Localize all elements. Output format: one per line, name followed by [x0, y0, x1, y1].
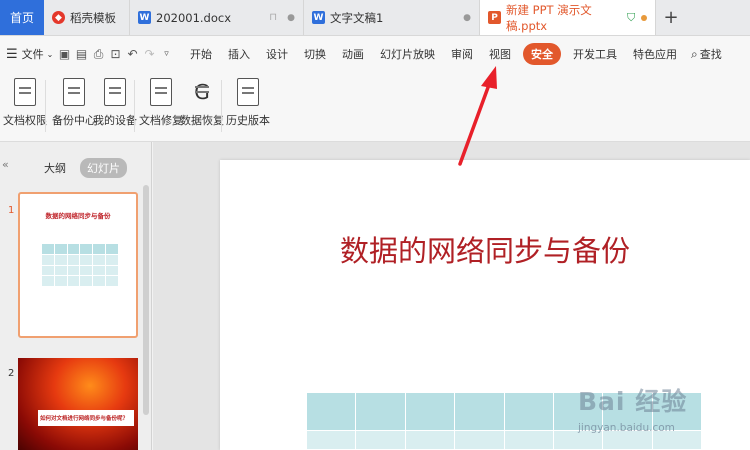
menu-view[interactable]: 视图 [481, 46, 519, 62]
data-recovery-button[interactable]: G 数据恢复 [180, 78, 224, 128]
quick-access-toolbar: ▣ ▤ ⎙ ⊡ ↶ ↷ ▿ [58, 47, 182, 62]
menu-featured[interactable]: 特色应用 [625, 46, 685, 62]
export-pdf-icon[interactable]: ▤ [75, 47, 88, 61]
tab-outline[interactable]: 大纲 [44, 160, 66, 176]
backup-center-icon [63, 78, 85, 106]
print-icon[interactable]: ⎙ [92, 47, 105, 62]
version-history-button[interactable]: 历史版本 [226, 78, 270, 128]
close-tab-icon[interactable]: ● [463, 13, 471, 23]
ribbon-label: 文档权限 [3, 114, 47, 127]
shield-icon: ⛉ [627, 10, 636, 24]
add-tab-button[interactable]: + [656, 0, 686, 35]
menu-developer[interactable]: 开发工具 [565, 46, 625, 62]
baidu-watermark: Bai 经验 jingyan.baidu.com [578, 382, 748, 446]
ribbon-label: 文档修复 [139, 114, 183, 127]
menu-home[interactable]: 开始 [182, 46, 220, 62]
doc-repair-icon [150, 78, 172, 106]
ppt-icon: P [488, 11, 501, 24]
slide-title[interactable]: 数据的网络同步与备份 [220, 228, 750, 270]
chevron-down-icon: ⌄ [46, 49, 54, 59]
hamburger-icon: ☰ [6, 46, 18, 62]
menu-slideshow[interactable]: 幻灯片放映 [372, 46, 443, 62]
security-ribbon: 文档权限 备份中心 我的设备 文档修复 G 数据恢复 历史版本 [0, 72, 750, 142]
tab-label: 文字文稿1 [330, 10, 384, 25]
tab-label: 稻壳模板 [70, 10, 116, 25]
print-preview-icon[interactable]: ⊡ [109, 47, 122, 61]
word-doc-icon: W [138, 11, 151, 24]
version-history-icon [237, 78, 259, 106]
close-tab-icon[interactable]: ● [287, 13, 295, 23]
menu-review[interactable]: 审阅 [443, 46, 481, 62]
file-menu-label: 文件 [21, 48, 44, 61]
slide-thumbnail-1[interactable]: 数据的网络同步与备份 [18, 192, 138, 338]
doc-permission-button[interactable]: 文档权限 [3, 78, 47, 128]
slide-thumbnail-2[interactable]: 如何对文档进行网络同步与备份呢？ [18, 358, 138, 450]
ribbon-label: 数据恢复 [180, 114, 224, 127]
menu-insert[interactable]: 插入 [220, 46, 258, 62]
menu-transition[interactable]: 切换 [296, 46, 334, 62]
pin-icon[interactable]: ⊓ [269, 12, 277, 23]
tab-slides[interactable]: 幻灯片 [80, 158, 127, 178]
unsaved-dot-icon [641, 14, 647, 21]
tab-bar: 首页 ◆ 稻壳模板 W 202001.docx ⊓ ● W 文字文稿1 ● P … [0, 0, 750, 36]
ribbon-divider [134, 80, 135, 132]
customize-chevron-icon[interactable]: ▿ [160, 49, 173, 59]
file-menu[interactable]: ☰ 文件 ⌄ [0, 46, 58, 62]
thumbnail-title: 数据的网络同步与备份 [45, 212, 111, 220]
thumbnail-title: 如何对文档进行网络同步与备份呢？ [38, 410, 134, 426]
ribbon-divider [45, 80, 46, 132]
panel-scrollbar[interactable] [143, 185, 149, 415]
slide-number: 1 [8, 205, 15, 216]
menu-bar: ☰ 文件 ⌄ ▣ ▤ ⎙ ⊡ ↶ ↷ ▿ 开始 插入 设计 切换 动画 幻灯片放… [0, 36, 750, 72]
search-icon: ⌕ [691, 46, 698, 61]
save-icon[interactable]: ▣ [58, 47, 71, 61]
tab-label: 202001.docx [156, 10, 232, 25]
search-label: 查找 [699, 48, 722, 61]
thumbnail-table [42, 244, 118, 286]
redo-icon[interactable]: ↷ [143, 47, 156, 61]
ribbon-label: 备份中心 [52, 114, 96, 127]
collapse-panel-icon[interactable]: « [2, 158, 9, 171]
tab-202001-docx[interactable]: W 202001.docx ⊓ ● [130, 0, 304, 35]
menu-security[interactable]: 安全 [523, 43, 561, 65]
my-devices-button[interactable]: 我的设备 [93, 78, 137, 128]
tab-label: 新建 PPT 演示文稿.pptx [506, 2, 592, 33]
word-doc-icon: W [312, 11, 325, 24]
daoke-icon: ◆ [52, 11, 65, 24]
ribbon-divider [221, 80, 222, 132]
ribbon-label: 我的设备 [93, 114, 137, 127]
watermark-logo: Bai 经验 [578, 387, 688, 416]
doc-repair-button[interactable]: 文档修复 [139, 78, 183, 128]
undo-icon[interactable]: ↶ [126, 47, 139, 61]
tab-wenzi-wengao[interactable]: W 文字文稿1 ● [304, 0, 480, 35]
search-button[interactable]: ⌕ 查找 [691, 46, 722, 62]
menu-animation[interactable]: 动画 [334, 46, 372, 62]
slide-number: 2 [8, 368, 15, 379]
tab-home[interactable]: 首页 [0, 0, 44, 35]
watermark-url: jingyan.baidu.com [578, 422, 675, 434]
backup-center-button[interactable]: 备份中心 [52, 78, 96, 128]
my-devices-icon [104, 78, 126, 106]
panel-tabs: 大纲 幻灯片 [44, 158, 127, 178]
doc-permission-icon [14, 78, 36, 106]
ribbon-label: 历史版本 [226, 114, 270, 127]
menu-design[interactable]: 设计 [258, 46, 296, 62]
tab-daoke-template[interactable]: ◆ 稻壳模板 [44, 0, 130, 35]
tab-new-ppt[interactable]: P 新建 PPT 演示文稿.pptx ⛉ [480, 0, 656, 35]
data-recovery-icon: G [191, 78, 213, 106]
